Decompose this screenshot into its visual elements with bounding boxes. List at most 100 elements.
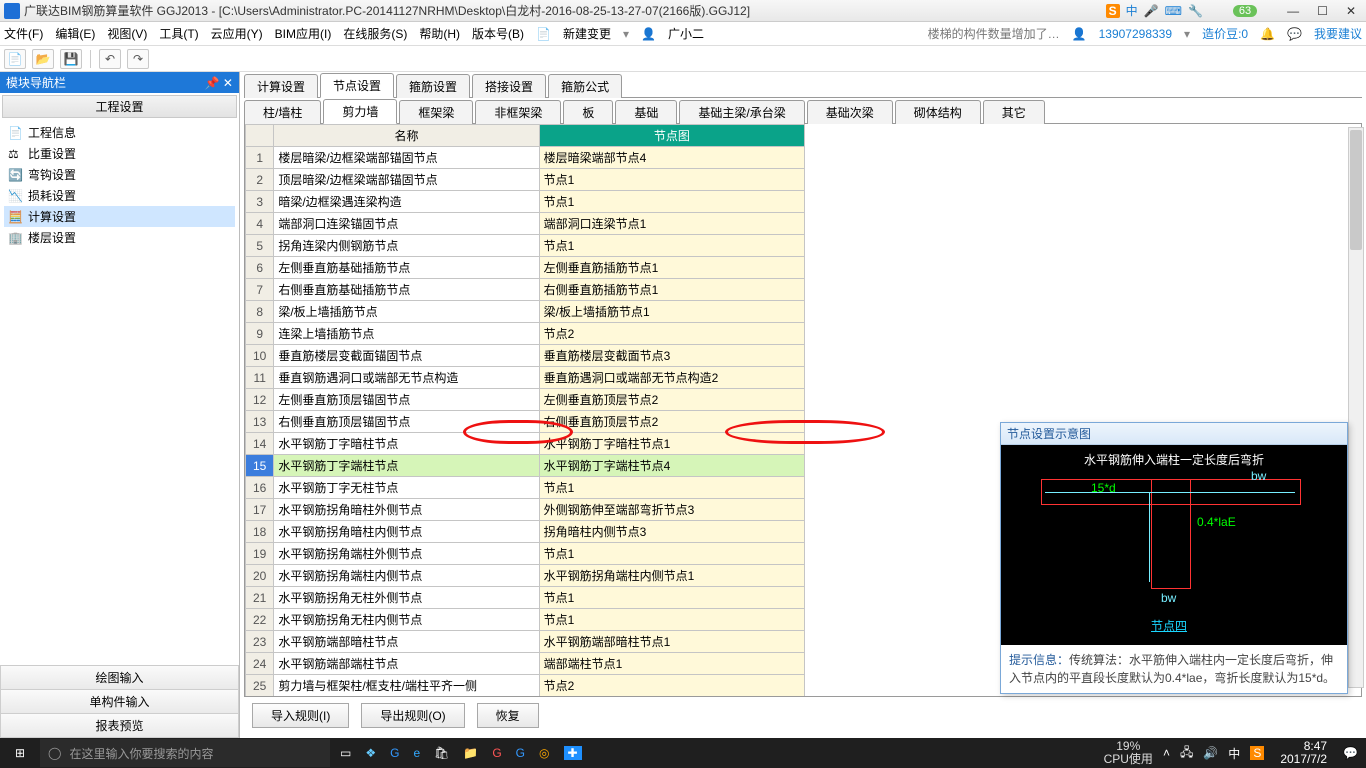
phone-label[interactable]: 13907298339 — [1099, 27, 1172, 41]
cell-name[interactable]: 水平钢筋丁字暗柱节点 — [274, 433, 539, 455]
app1-icon[interactable]: ❖ — [365, 746, 376, 760]
cell-name[interactable]: 端部洞口连梁锚固节点 — [274, 213, 539, 235]
table-row[interactable]: 8梁/板上墙插筋节点梁/板上墙插筋节点1 — [246, 301, 805, 323]
settings-grid[interactable]: 名称 节点图 1楼层暗梁/边框梁端部锚固节点楼层暗梁端部节点42顶层暗梁/边框梁… — [245, 124, 805, 697]
cell-node[interactable]: 节点1 — [539, 191, 804, 213]
cell-node[interactable]: 水平钢筋丁字暗柱节点1 — [539, 433, 804, 455]
cell-name[interactable]: 右侧垂直筋顶层锚固节点 — [274, 411, 539, 433]
cell-name[interactable]: 水平钢筋拐角端柱内侧节点 — [274, 565, 539, 587]
menu-dropdown-icon[interactable]: ▾ — [623, 27, 629, 41]
menu-cloud[interactable]: 云应用(Y) — [211, 25, 263, 42]
btn-report[interactable]: 报表预览 — [0, 714, 239, 738]
user-icon[interactable]: 👤 — [641, 27, 656, 41]
cell-node[interactable]: 节点1 — [539, 235, 804, 257]
table-row[interactable]: 10垂直筋楼层变截面锚固节点垂直筋楼层变截面节点3 — [246, 345, 805, 367]
cell-name[interactable]: 水平钢筋拐角暗柱外侧节点 — [274, 499, 539, 521]
btn-single-input[interactable]: 单构件输入 — [0, 690, 239, 714]
diagram-panel[interactable]: 节点设置示意图 水平钢筋伸入端柱一定长度后弯折 15*d bw 0.4*laE … — [1000, 422, 1348, 694]
table-row[interactable]: 21水平钢筋拐角无柱外侧节点节点1 — [246, 587, 805, 609]
tray-notifications-icon[interactable]: 💬 — [1343, 746, 1358, 760]
cell-name[interactable]: 水平钢筋拐角端柱外侧节点 — [274, 543, 539, 565]
cell-node[interactable]: 楼层暗梁端部节点4 — [539, 147, 804, 169]
menu-version[interactable]: 版本号(B) — [472, 25, 524, 42]
table-row[interactable]: 26水平钢筋斜交丁字墙节点节点1 — [246, 697, 805, 698]
edge-icon[interactable]: e — [413, 746, 420, 760]
cell-node[interactable]: 外侧钢筋伸至端部弯折节点3 — [539, 499, 804, 521]
pin-icon[interactable]: 📌 ✕ — [205, 76, 233, 90]
cell-node[interactable]: 节点2 — [539, 675, 804, 697]
cell-node[interactable]: 节点2 — [539, 323, 804, 345]
cell-node[interactable]: 端部洞口连梁节点1 — [539, 213, 804, 235]
cell-node[interactable]: 水平钢筋丁字端柱节点4 — [539, 455, 804, 477]
ime-toolbar[interactable]: S 中 🎤 ⌨ 🔧 — [1106, 2, 1203, 19]
tab1-1[interactable]: 节点设置 — [320, 73, 394, 98]
table-row[interactable]: 19水平钢筋拐角端柱外侧节点节点1 — [246, 543, 805, 565]
tab2-1[interactable]: 剪力墙 — [323, 99, 397, 124]
tray-network-icon[interactable]: 🖧 — [1180, 743, 1193, 764]
table-row[interactable]: 18水平钢筋拐角暗柱内侧节点拐角暗柱内侧节点3 — [246, 521, 805, 543]
nav-header[interactable]: 工程设置 — [2, 95, 237, 118]
cell-node[interactable]: 右侧垂直筋插筋节点1 — [539, 279, 804, 301]
cell-name[interactable]: 水平钢筋拐角暗柱内侧节点 — [274, 521, 539, 543]
table-row[interactable]: 6左侧垂直筋基础插筋节点左侧垂直筋插筋节点1 — [246, 257, 805, 279]
tb-undo-icon[interactable]: ↶ — [99, 49, 121, 69]
col-name[interactable]: 名称 — [274, 125, 539, 147]
menu-online[interactable]: 在线服务(S) — [343, 25, 407, 42]
cpu-meter[interactable]: 19% CPU使用 — [1104, 740, 1153, 766]
cell-name[interactable]: 楼层暗梁/边框梁端部锚固节点 — [274, 147, 539, 169]
table-row[interactable]: 2顶层暗梁/边框梁端部锚固节点节点1 — [246, 169, 805, 191]
cell-name[interactable]: 左侧垂直筋基础插筋节点 — [274, 257, 539, 279]
taskview-icon[interactable]: ▭ — [340, 746, 351, 760]
minimize-button[interactable]: — — [1287, 4, 1299, 18]
start-button[interactable]: ⊞ — [0, 746, 40, 760]
nav-item-0[interactable]: 📄工程信息 — [4, 122, 235, 143]
app2-icon[interactable]: G — [390, 746, 399, 760]
tab2-5[interactable]: 基础 — [615, 100, 677, 124]
cell-node[interactable]: 左侧垂直筋插筋节点1 — [539, 257, 804, 279]
tb-save-icon[interactable]: 💾 — [60, 49, 82, 69]
menu-bim[interactable]: BIM应用(I) — [275, 25, 332, 42]
tab2-4[interactable]: 板 — [563, 100, 613, 124]
menu-view[interactable]: 视图(V) — [107, 25, 147, 42]
tab2-6[interactable]: 基础主梁/承台梁 — [679, 100, 804, 124]
nav-item-4[interactable]: 🧮计算设置 — [4, 206, 235, 227]
restore-button[interactable]: 恢复 — [477, 703, 539, 728]
cell-node[interactable]: 拐角暗柱内侧节点3 — [539, 521, 804, 543]
cell-name[interactable]: 垂直钢筋遇洞口或端部无节点构造 — [274, 367, 539, 389]
cell-name[interactable]: 水平钢筋端部端柱节点 — [274, 653, 539, 675]
cell-name[interactable]: 水平钢筋斜交丁字墙节点 — [274, 697, 539, 698]
tray-volume-icon[interactable]: 🔊 — [1203, 746, 1218, 760]
table-row[interactable]: 16水平钢筋丁字无柱节点节点1 — [246, 477, 805, 499]
menu-new-change[interactable]: 新建变更 — [563, 25, 611, 42]
table-row[interactable]: 12左侧垂直筋顶层锚固节点左侧垂直筋顶层节点2 — [246, 389, 805, 411]
store-icon[interactable]: 🛍 — [434, 746, 449, 760]
cell-node[interactable]: 垂直筋楼层变截面节点3 — [539, 345, 804, 367]
table-row[interactable]: 17水平钢筋拐角暗柱外侧节点外侧钢筋伸至端部弯折节点3 — [246, 499, 805, 521]
maximize-button[interactable]: ☐ — [1317, 4, 1328, 18]
table-row[interactable]: 9连梁上墙插筋节点节点2 — [246, 323, 805, 345]
cell-node[interactable]: 节点1 — [539, 169, 804, 191]
tab2-8[interactable]: 砌体结构 — [895, 100, 981, 124]
cell-node[interactable]: 节点1 — [539, 587, 804, 609]
cell-name[interactable]: 剪力墙与框架柱/框支柱/端柱平齐一侧 — [274, 675, 539, 697]
nav-item-1[interactable]: ⚖比重设置 — [4, 143, 235, 164]
cell-name[interactable]: 顶层暗梁/边框梁端部锚固节点 — [274, 169, 539, 191]
tab1-0[interactable]: 计算设置 — [244, 74, 318, 98]
table-row[interactable]: 14水平钢筋丁字暗柱节点水平钢筋丁字暗柱节点1 — [246, 433, 805, 455]
feedback-icon[interactable]: 💬 — [1287, 27, 1302, 41]
menu-user[interactable]: 广小二 — [668, 25, 704, 42]
nav-item-5[interactable]: 🏢楼层设置 — [4, 227, 235, 248]
cell-name[interactable]: 水平钢筋丁字无柱节点 — [274, 477, 539, 499]
tray-sogou-icon[interactable]: S — [1250, 746, 1264, 760]
close-button[interactable]: ✕ — [1346, 4, 1356, 18]
nav-item-2[interactable]: 🔄弯钩设置 — [4, 164, 235, 185]
cell-name[interactable]: 拐角连梁内侧钢筋节点 — [274, 235, 539, 257]
tab2-9[interactable]: 其它 — [983, 100, 1045, 124]
cell-node[interactable]: 水平钢筋端部暗柱节点1 — [539, 631, 804, 653]
table-row[interactable]: 15水平钢筋丁字端柱节点水平钢筋丁字端柱节点4 — [246, 455, 805, 477]
export-rules-button[interactable]: 导出规则(O) — [361, 703, 464, 728]
menu-help[interactable]: 帮助(H) — [419, 25, 460, 42]
cell-node[interactable]: 节点1 — [539, 543, 804, 565]
beans-label[interactable]: 造价豆:0 — [1202, 25, 1248, 42]
table-row[interactable]: 23水平钢筋端部暗柱节点水平钢筋端部暗柱节点1 — [246, 631, 805, 653]
